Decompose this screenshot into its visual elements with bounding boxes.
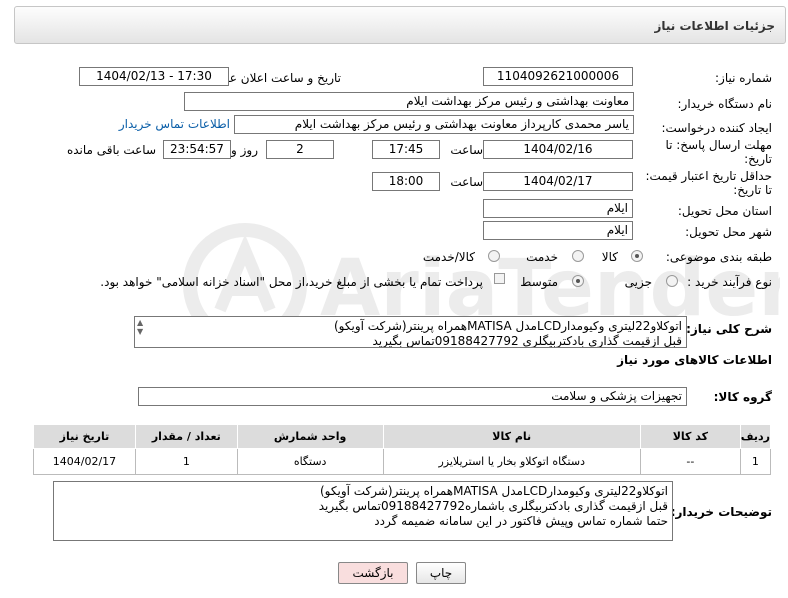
description-label: شرح کلی نیاز: xyxy=(686,322,772,336)
table-row[interactable]: 1 -- دستگاه اتوکلاو بخار یا استریلایزر د… xyxy=(33,448,772,475)
remaining-time-field: 23:54:57 xyxy=(163,140,231,159)
scroll-arrows-icon[interactable]: ▲ ▼ xyxy=(137,318,143,336)
process-radio-minor[interactable] xyxy=(666,275,678,287)
buyer-notes-label: توضیحات خریدار: xyxy=(670,505,772,519)
reply-deadline-label: مهلت ارسال پاسخ: تا تاریخ: xyxy=(665,138,772,166)
col-unit-header: واحد شمارش xyxy=(236,424,384,449)
category-radio-service[interactable] xyxy=(572,250,584,262)
col-row-header: ردیف xyxy=(739,424,772,449)
goods-table: ردیف کد کالا نام کالا واحد شمارش تعداد /… xyxy=(33,424,772,475)
cell-name: دستگاه اتوکلاو بخار یا استریلایزر xyxy=(382,448,641,475)
process-label: نوع فرآیند خرید : xyxy=(687,275,772,289)
days-label: روز و xyxy=(231,143,258,157)
remaining-label: ساعت باقی مانده xyxy=(66,143,156,157)
validity-time-field: 18:00 xyxy=(372,172,440,191)
page-title: جزئیات اطلاعات نیاز xyxy=(654,19,775,33)
description-line-1: اتوکلاو22لیتری وکیومدارLCDمدل MATISAهمرا… xyxy=(333,319,682,333)
creator-label: ایجاد کننده درخواست: xyxy=(661,121,772,135)
reply-date-field: 1404/02/16 xyxy=(483,140,633,159)
buyer-notes-line-2: قبل ازقیمت گذاری بادکتربیگلری باشماره091… xyxy=(318,499,668,513)
city-field: ایلام xyxy=(483,221,633,240)
buyer-org-field: معاونت بهداشتی و رئیس مرکز بهداشت ایلام xyxy=(184,92,634,111)
category-option-goods: کالا xyxy=(601,250,618,264)
col-name-header: نام کالا xyxy=(382,424,641,449)
category-option-service: خدمت xyxy=(526,250,558,264)
process-option-minor: جزیی xyxy=(624,275,652,289)
payment-note: پرداخت تمام یا بخشی از مبلغ خرید،از محل … xyxy=(100,275,483,289)
col-qty-header: تعداد / مقدار xyxy=(134,424,238,449)
description-textarea[interactable]: اتوکلاو22لیتری وکیومدارLCDمدل MATISAهمرا… xyxy=(134,316,687,348)
buyer-org-label: نام دستگاه خریدار: xyxy=(677,97,773,111)
goods-group-field: تجهیزات پزشکی و سلامت xyxy=(138,387,687,406)
days-field: 2 xyxy=(266,140,334,159)
col-code-header: کد کالا xyxy=(639,424,741,449)
category-radio-both[interactable] xyxy=(488,250,500,262)
cell-row: 1 xyxy=(739,448,772,475)
process-option-medium: متوسط xyxy=(520,275,558,289)
need-number-label: شماره نیاز: xyxy=(715,71,772,85)
cell-qty: 1 xyxy=(134,448,238,475)
reply-time-field: 17:45 xyxy=(372,140,440,159)
description-line-2: قبل ازقیمت گذاری بادکتربیگلری 0918842779… xyxy=(372,334,682,348)
validity-date-field: 1404/02/17 xyxy=(483,172,633,191)
header-panel: جزئیات اطلاعات نیاز xyxy=(14,6,786,44)
print-button[interactable]: چاپ xyxy=(416,562,466,584)
validity-time-label: ساعت xyxy=(450,175,483,189)
process-radio-medium[interactable] xyxy=(572,275,584,287)
announce-field: 1404/02/13 - 17:30 xyxy=(79,67,229,86)
table-header-row: ردیف کد کالا نام کالا واحد شمارش تعداد /… xyxy=(33,424,772,449)
reply-time-label: ساعت xyxy=(450,143,483,157)
col-date-header: تاریخ نیاز xyxy=(33,424,136,449)
cell-unit: دستگاه xyxy=(236,448,384,475)
city-label: شهر محل تحویل: xyxy=(685,225,772,239)
province-label: استان محل تحویل: xyxy=(677,204,772,218)
need-number-field: 1104092621000006 xyxy=(483,67,633,86)
cell-code: -- xyxy=(639,448,741,475)
buyer-notes-textarea[interactable]: اتوکلاو22لیتری وکیومدارLCDمدل MATISAهمرا… xyxy=(53,481,673,541)
buyer-notes-line-1: اتوکلاو22لیتری وکیومدارLCDمدل MATISAهمرا… xyxy=(319,484,668,498)
creator-field: یاسر محمدی کارپرداز معاونت بهداشتی و رئی… xyxy=(234,115,634,134)
buyer-notes-line-3: حتما شماره تماس وپیش فاکتور در این سامان… xyxy=(374,514,668,528)
goods-group-label: گروه کالا: xyxy=(713,390,772,404)
price-validity-label: حداقل تاریخ اعتبار قیمت: تا تاریخ: xyxy=(645,169,772,197)
province-field: ایلام xyxy=(483,199,633,218)
treasury-payment-checkbox[interactable] xyxy=(494,273,505,284)
contact-buyer-link[interactable]: اطلاعات تماس خریدار xyxy=(119,117,230,131)
category-option-both: کالا/خدمت xyxy=(422,250,475,264)
category-label: طبقه بندی موضوعی: xyxy=(665,250,772,264)
goods-info-title: اطلاعات کالاهای مورد نیاز xyxy=(617,353,772,367)
back-button[interactable]: بازگشت xyxy=(338,562,408,584)
cell-date: 1404/02/17 xyxy=(33,448,136,475)
category-radio-goods[interactable] xyxy=(631,250,643,262)
